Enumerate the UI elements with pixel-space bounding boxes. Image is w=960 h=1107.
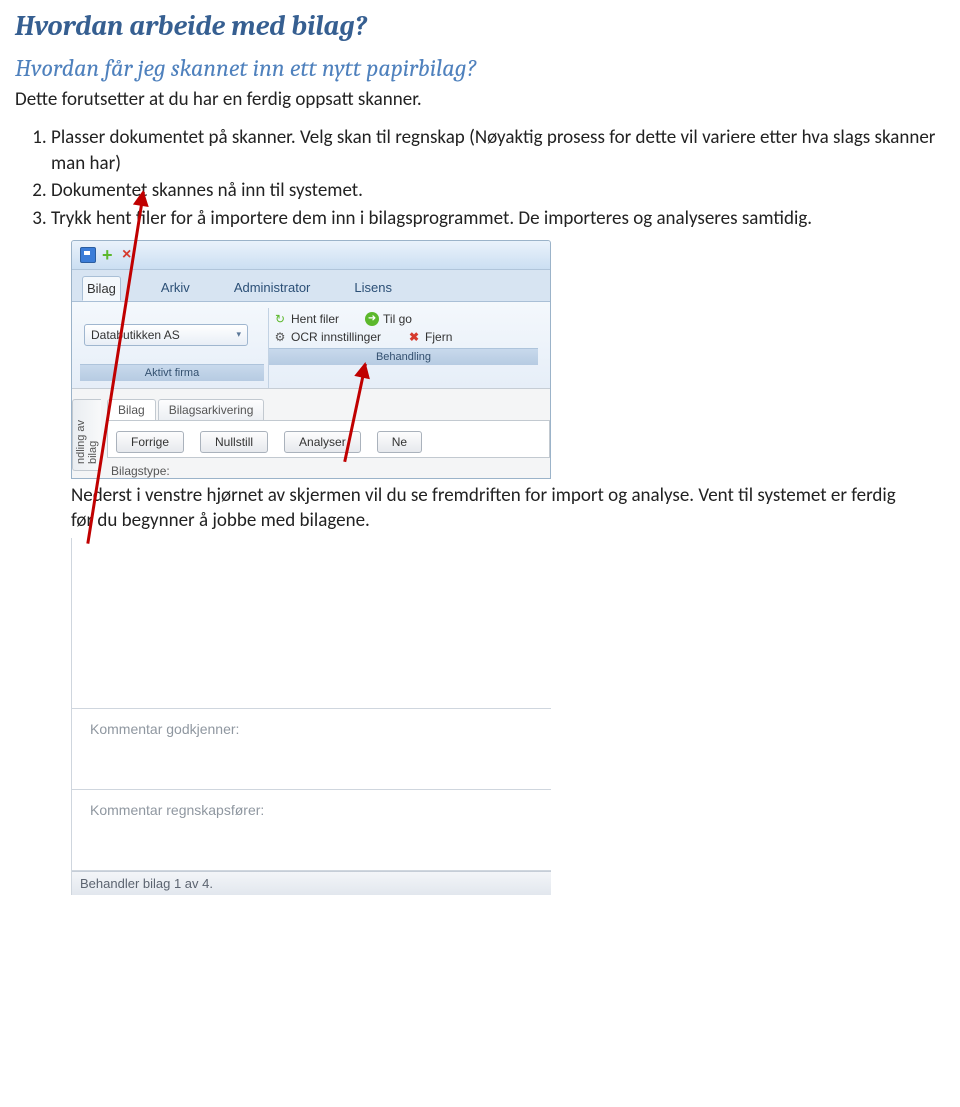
- subtabs: Bilag Bilagsarkivering: [101, 395, 550, 420]
- fjern-label: Fjern: [425, 330, 452, 344]
- comments-screenshot: Kommentar godkjenner: Kommentar regnskap…: [71, 538, 551, 895]
- ocr-label: OCR innstillinger: [291, 330, 381, 344]
- save-icon[interactable]: [80, 247, 96, 263]
- til-go-button[interactable]: ➜ Til go: [365, 312, 412, 326]
- kommentar-regnskapsforer-field[interactable]: Kommentar regnskapsfører:: [72, 790, 551, 871]
- subcontent: Forrige Nullstill Analyser Ne: [107, 420, 550, 458]
- gear-icon: ⚙: [273, 330, 287, 344]
- steps-list: Plasser dokumentet på skanner. Velg skan…: [51, 125, 945, 232]
- til-go-label: Til go: [383, 312, 412, 326]
- document-area: ndling av bilag Bilag Bilagsarkivering F…: [72, 388, 550, 478]
- ribbon-tabs: Bilag Arkiv Administrator Lisens: [72, 270, 550, 301]
- step-3: Trykk hent filer for å importere dem inn…: [51, 206, 945, 232]
- subtab-bilag[interactable]: Bilag: [107, 399, 156, 420]
- add-icon[interactable]: +: [102, 248, 116, 262]
- group-label-behandling: Behandling: [269, 348, 538, 365]
- ribbon-body: Databutikken AS ▾ Aktivt firma ↻ Hent fi…: [72, 301, 550, 388]
- chevron-down-icon: ▾: [236, 329, 241, 340]
- intro-text: Dette forutsetter at du har en ferdig op…: [15, 88, 945, 111]
- ocr-button[interactable]: ⚙ OCR innstillinger: [273, 330, 381, 344]
- tab-lisens[interactable]: Lisens: [350, 276, 396, 301]
- firm-dropdown-label: Databutikken AS: [91, 328, 180, 342]
- group-aktivt-firma: Databutikken AS ▾ Aktivt firma: [80, 308, 269, 388]
- step-2: Dokumentet skannes nå inn til systemet.: [51, 178, 945, 204]
- kommentar-godkjenner-label: Kommentar godkjenner:: [90, 721, 545, 737]
- subtab-arkivering[interactable]: Bilagsarkivering: [158, 399, 265, 420]
- side-tab[interactable]: ndling av bilag: [72, 399, 101, 471]
- after-screenshot-text: Nederst i venstre hjørnet av skjermen vi…: [71, 483, 901, 534]
- hent-filer-button[interactable]: ↻ Hent filer: [273, 312, 339, 326]
- forrige-button[interactable]: Forrige: [116, 431, 184, 453]
- go-icon: ➜: [365, 312, 379, 326]
- bilagstype-label: Bilagstype:: [101, 458, 550, 478]
- refresh-icon: ↻: [273, 312, 287, 326]
- step-1: Plasser dokumentet på skanner. Velg skan…: [51, 125, 945, 176]
- tab-administrator[interactable]: Administrator: [230, 276, 315, 301]
- kommentar-godkjenner-field[interactable]: Kommentar godkjenner:: [72, 709, 551, 790]
- group-label-firma: Aktivt firma: [80, 364, 264, 381]
- hent-filer-label: Hent filer: [291, 312, 339, 326]
- firm-dropdown[interactable]: Databutikken AS ▾: [84, 324, 248, 346]
- kommentar-regnskapsforer-label: Kommentar regnskapsfører:: [90, 802, 545, 818]
- tab-bilag[interactable]: Bilag: [82, 276, 121, 301]
- neste-button[interactable]: Ne: [377, 431, 422, 453]
- x-icon: ✖: [407, 330, 421, 344]
- section-title: Hvordan får jeg skannet inn ett nytt pap…: [15, 54, 945, 82]
- nullstill-button[interactable]: Nullstill: [200, 431, 268, 453]
- fjern-button[interactable]: ✖ Fjern: [407, 330, 452, 344]
- page-title: Hvordan arbeide med bilag?: [15, 10, 945, 42]
- titlebar: + ×: [72, 241, 550, 270]
- tab-arkiv[interactable]: Arkiv: [157, 276, 194, 301]
- app-screenshot: + × Bilag Arkiv Administrator Lisens Dat…: [71, 240, 551, 479]
- status-bar: Behandler bilag 1 av 4.: [72, 871, 551, 895]
- group-behandling: ↻ Hent filer ➜ Til go ⚙ OCR innstillinge…: [269, 308, 542, 388]
